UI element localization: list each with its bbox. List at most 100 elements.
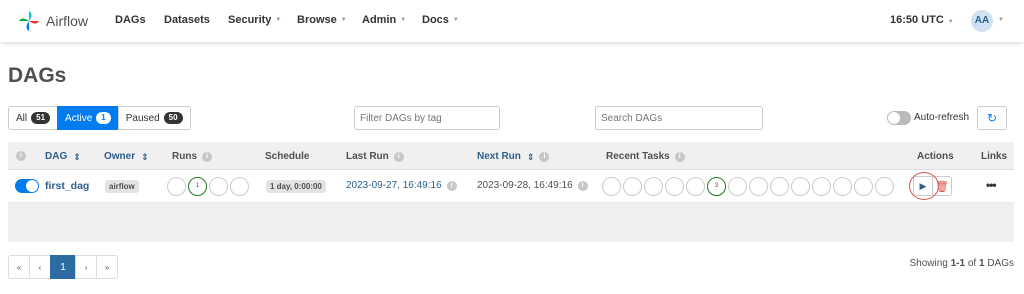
filter-active-label: Active — [65, 112, 93, 124]
filter-all-button[interactable]: All 51 — [8, 106, 59, 130]
chevron-down-icon: ▼ — [452, 17, 459, 23]
header-actions: Actions — [917, 151, 954, 162]
info-icon[interactable]: i — [446, 180, 457, 191]
owner-tag[interactable]: airflow — [105, 180, 139, 193]
task-status-circle[interactable] — [749, 177, 768, 196]
refresh-button[interactable]: ↻ — [977, 106, 1007, 130]
filter-all-count: 51 — [31, 112, 51, 124]
run-status-circle[interactable] — [167, 177, 186, 196]
chevron-down-icon: ▼ — [275, 17, 282, 23]
refresh-icon: ↻ — [986, 111, 998, 125]
header-next-run-label: Next Run — [477, 151, 521, 162]
task-status-circle[interactable] — [623, 177, 642, 196]
last-run-link[interactable]: 2023-09-27, 16:49:16 — [346, 180, 442, 191]
nav-security-label: Security — [228, 14, 272, 26]
nav-dags[interactable]: DAGs — [115, 14, 146, 26]
dags-table: i DAG ⇕ Owner ⇕ Runs i Schedule Last Run i N… — [8, 142, 1014, 242]
toggle-knob — [888, 112, 900, 124]
filter-paused-label: Paused — [125, 112, 160, 124]
header-last-run-label: Last Run — [346, 151, 389, 162]
runs-status-circles: 1 — [167, 177, 251, 196]
task-status-circle[interactable] — [686, 177, 705, 196]
brand-name: Airflow — [46, 13, 89, 29]
dag-pause-toggle[interactable] — [15, 179, 39, 193]
header-schedule: Schedule — [265, 151, 310, 162]
task-status-circle[interactable] — [854, 177, 873, 196]
task-status-circle[interactable] — [875, 177, 894, 196]
recent-tasks-circles: 3 — [602, 177, 896, 196]
run-status-circle[interactable] — [209, 177, 228, 196]
header-dag[interactable]: DAG ⇕ — [45, 151, 81, 162]
filter-paused-button[interactable]: Paused 50 — [117, 106, 191, 130]
info-icon[interactable]: i — [674, 151, 685, 162]
nav-admin-label: Admin — [362, 14, 397, 26]
nav-datasets[interactable]: Datasets — [164, 14, 210, 26]
filter-paused-count: 50 — [163, 112, 183, 124]
showing-range: 1-1 — [950, 258, 966, 269]
run-status-circle[interactable] — [230, 177, 249, 196]
nav-admin[interactable]: Admin ▼ — [362, 14, 406, 26]
showing-of: of — [965, 258, 979, 269]
auto-refresh-label: Auto-refresh — [914, 112, 970, 123]
task-status-circle[interactable] — [665, 177, 684, 196]
run-status-circle[interactable]: 1 — [188, 177, 207, 196]
status-filter-group: All 51 Active 1 Paused 50 — [8, 106, 191, 130]
nav-datasets-label: Datasets — [164, 14, 210, 26]
nav-browse[interactable]: Browse ▼ — [297, 14, 347, 26]
task-status-circle[interactable] — [791, 177, 810, 196]
info-icon[interactable]: i — [577, 180, 588, 191]
top-navbar: Airflow DAGs Datasets Security ▼ Browse ▼ … — [0, 0, 1024, 42]
links-menu-button[interactable]: ••• — [986, 178, 997, 192]
next-run: 2023-09-28, 16:49:16 i — [477, 180, 588, 191]
page-current-button[interactable]: 1 — [50, 255, 76, 279]
page-last-button[interactable]: » — [96, 255, 118, 279]
brand-logo-link[interactable]: Airflow — [18, 10, 115, 32]
chevron-down-icon: ▼ — [400, 17, 407, 23]
tag-filter-input[interactable] — [354, 106, 500, 130]
next-run-value: 2023-09-28, 16:49:16 — [477, 180, 573, 191]
header-runs-label: Runs — [172, 151, 197, 162]
nav-dags-label: DAGs — [115, 14, 146, 26]
showing-prefix: Showing — [909, 258, 951, 269]
showing-suffix: DAGs — [984, 258, 1014, 269]
header-next-run[interactable]: Next Run ⇕ i — [477, 151, 550, 162]
auto-refresh-toggle[interactable] — [887, 111, 911, 125]
task-status-circle[interactable]: 3 — [707, 177, 726, 196]
showing-summary: Showing 1-1 of 1 DAGs — [909, 258, 1014, 269]
task-status-circle[interactable] — [770, 177, 789, 196]
nav-security[interactable]: Security ▼ — [228, 14, 281, 26]
utc-clock-dropdown[interactable]: 16:50 UTC ▼ — [890, 14, 954, 26]
airflow-logo-icon — [19, 11, 39, 31]
page-prev-button[interactable]: ‹ — [29, 255, 51, 279]
toggle-knob — [26, 180, 38, 192]
sort-icon: ⇕ — [73, 151, 81, 162]
header-recent-tasks: Recent Tasks i — [606, 151, 685, 162]
task-status-circle[interactable] — [812, 177, 831, 196]
filter-active-count: 1 — [96, 112, 111, 124]
table-row: first_dag airflow 1 1 day, 0:00:00 2023-… — [8, 170, 1014, 203]
user-avatar[interactable]: AA — [971, 10, 993, 32]
last-run: 2023-09-27, 16:49:16 i — [346, 180, 457, 191]
task-status-circle[interactable] — [602, 177, 621, 196]
nav-docs[interactable]: Docs ▼ — [422, 14, 459, 26]
page-next-button[interactable]: › — [75, 255, 97, 279]
dag-id-link[interactable]: first_dag — [45, 180, 89, 192]
nav-docs-label: Docs — [422, 14, 449, 26]
search-dags-input[interactable] — [595, 106, 763, 130]
info-icon[interactable]: i — [393, 151, 404, 162]
header-links: Links — [981, 151, 1008, 162]
info-icon[interactable]: i — [202, 151, 212, 162]
page-title: DAGs — [8, 64, 67, 87]
filter-all-label: All — [16, 112, 28, 124]
task-status-circle[interactable] — [644, 177, 663, 196]
page-first-button[interactable]: « — [8, 255, 30, 279]
task-status-circle[interactable] — [728, 177, 747, 196]
info-icon[interactable]: i — [539, 151, 550, 162]
header-info-icon[interactable]: i — [16, 151, 26, 161]
task-status-circle[interactable] — [833, 177, 852, 196]
clock-label: 16:50 UTC — [890, 14, 944, 26]
table-empty-area — [8, 203, 1014, 242]
header-runs: Runs i — [172, 151, 212, 162]
header-owner[interactable]: Owner ⇕ — [104, 151, 149, 162]
filter-active-button[interactable]: Active 1 — [57, 106, 119, 130]
